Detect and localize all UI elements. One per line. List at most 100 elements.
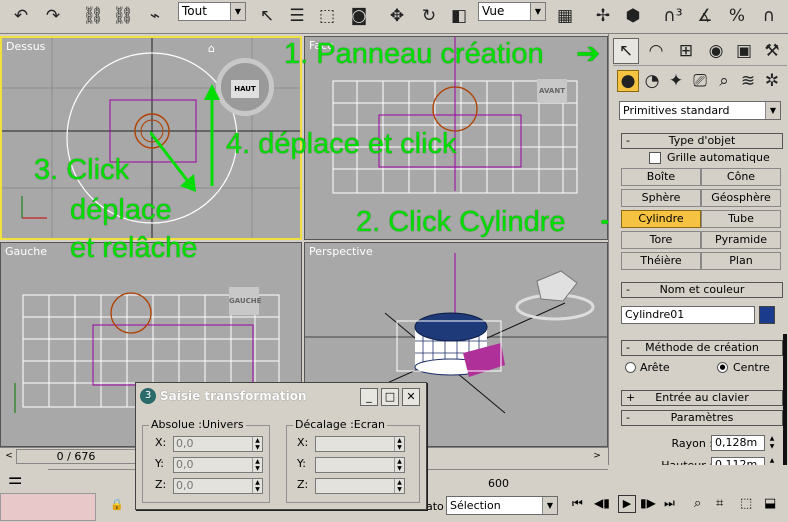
offset-x-field[interactable]: ▲ ▼ — [315, 436, 405, 452]
viewcube-front[interactable]: AVANT — [537, 79, 567, 103]
play-icon[interactable]: ▶ — [618, 495, 636, 513]
cone-button[interactable]: Cône — [701, 168, 781, 186]
modify-tab-icon[interactable]: ◠ — [643, 38, 669, 64]
close-icon[interactable]: ✕ — [402, 388, 420, 406]
dialog-titlebar[interactable]: 3 Saisie transformation _ □ ✕ — [136, 383, 426, 410]
tube-button[interactable]: Tube — [701, 210, 781, 228]
spinner-icon[interactable]: ▲ ▼ — [252, 437, 262, 451]
home-icon[interactable]: ⌂ — [208, 42, 215, 55]
category-dropdown-value: Primitives standard — [623, 104, 730, 117]
unlink-icon[interactable]: ⛓ — [110, 3, 136, 29]
lights-icon[interactable]: ✦ — [665, 70, 687, 92]
rollout-name-color[interactable]: - Nom et couleur — [621, 282, 783, 298]
move-icon[interactable]: ✥ — [384, 3, 410, 29]
radius-field[interactable]: 0,128m — [711, 435, 765, 451]
abs-y-field[interactable]: 0,0 ▲ ▼ — [173, 457, 263, 473]
shapes-icon[interactable]: ◔ — [641, 70, 663, 92]
viewcube-left[interactable]: GAUCHE — [229, 287, 261, 315]
radius-spinner[interactable]: ▲ ▼ — [767, 435, 777, 451]
scale-icon[interactable]: ◧ — [446, 3, 472, 29]
plane-button[interactable]: Plan — [701, 252, 781, 270]
viewport-label-perspective[interactable]: Perspective — [309, 245, 373, 258]
create-tab-icon[interactable]: ↖ — [613, 38, 639, 64]
select-link-icon[interactable]: ⛓ — [80, 3, 106, 29]
zoom-all-icon[interactable]: ⌗ — [716, 496, 723, 511]
display-tab-icon[interactable]: ▣ — [731, 38, 757, 64]
edge-radio[interactable] — [625, 362, 636, 373]
spinner-icon[interactable]: ▲ ▼ — [394, 437, 404, 451]
rollout-creation-method[interactable]: - Méthode de création — [621, 340, 783, 356]
autogrid-checkbox[interactable] — [649, 152, 661, 164]
selection-filter-dropdown[interactable]: Tout ▼ — [178, 2, 246, 21]
offset-z-field[interactable]: ▲ ▼ — [315, 478, 405, 494]
rotate-icon[interactable]: ↻ — [416, 3, 442, 29]
cameras-icon[interactable]: ⎚ — [689, 70, 711, 92]
rect-selection-icon[interactable]: ⬚ — [314, 3, 340, 29]
panel-scrollbar[interactable] — [783, 334, 787, 474]
viewport-label-left[interactable]: Gauche — [5, 245, 47, 258]
bind-spacewarp-icon[interactable]: ⌁ — [142, 3, 168, 29]
rollout-object-type[interactable]: - Type d'objet — [621, 133, 783, 149]
chevron-left-icon[interactable]: < — [2, 449, 16, 464]
create-subcategories: ● ◔ ✦ ⎚ ⌕ ≋ ✲ — [617, 70, 787, 94]
zoom-extents-icon[interactable]: ⬚ — [740, 496, 752, 511]
next-frame-icon[interactable]: ▮▶ — [640, 496, 656, 510]
undo-icon[interactable]: ↶ — [8, 3, 34, 29]
lock-icon[interactable]: 🔒 — [110, 498, 124, 511]
minimize-icon[interactable]: _ — [360, 388, 378, 406]
chevron-right-icon[interactable]: > — [590, 449, 604, 464]
frame-counter[interactable]: 0 / 676 — [16, 449, 136, 464]
angle-snap-icon[interactable]: ∡ — [692, 3, 718, 29]
manipulate-icon[interactable]: ✢ — [590, 3, 616, 29]
snaps-toggle-icon[interactable]: ∩³ — [660, 3, 686, 29]
zoom-extents-all-icon[interactable]: ⬓ — [764, 496, 776, 511]
category-dropdown[interactable]: Primitives standard ▼ — [619, 101, 781, 120]
motion-tab-icon[interactable]: ◉ — [703, 38, 729, 64]
spinner-icon[interactable]: ▲ ▼ — [394, 458, 404, 472]
center-radio[interactable]: ● — [717, 362, 728, 373]
reference-coord-dropdown[interactable]: Vue ▼ — [478, 2, 546, 21]
pyramid-button[interactable]: Pyramide — [701, 231, 781, 249]
torus-button[interactable]: Tore — [621, 231, 701, 249]
abs-z-field[interactable]: 0,0 ▲ ▼ — [173, 478, 263, 494]
spinner-icon[interactable]: ▲ ▼ — [252, 458, 262, 472]
track-bar-icon[interactable]: ⚌ — [8, 469, 22, 488]
selection-set-dropdown[interactable]: Sélection ▼ — [446, 496, 558, 515]
percent-snap-icon[interactable]: % — [724, 3, 750, 29]
maximize-icon[interactable]: □ — [381, 388, 399, 406]
keyboard-shortcut-icon[interactable]: ⬢ — [620, 3, 646, 29]
hierarchy-tab-icon[interactable]: ⊞ — [673, 38, 699, 64]
cylinder-button[interactable]: Cylindre — [621, 210, 701, 228]
select-by-name-icon[interactable]: ☰ — [284, 3, 310, 29]
utilities-tab-icon[interactable]: ⚒ — [759, 38, 785, 64]
teapot-button[interactable]: Théière — [621, 252, 701, 270]
offset-y-field[interactable]: ▲ ▼ — [315, 457, 405, 473]
rollout-keyboard-entry[interactable]: + Entrée au clavier — [621, 390, 783, 406]
helpers-icon[interactable]: ⌕ — [713, 70, 735, 92]
zoom-icon[interactable]: ⌕ — [694, 496, 701, 511]
collapse-icon: - — [626, 411, 630, 424]
spacewarps-icon[interactable]: ≋ — [737, 70, 759, 92]
geosphere-button[interactable]: Géosphère — [701, 189, 781, 207]
rollout-parameters[interactable]: - Paramètres — [621, 410, 783, 426]
goto-end-icon[interactable]: ⏭ — [664, 496, 675, 511]
spinner-icon[interactable]: ▲ ▼ — [394, 479, 404, 493]
spinner-icon[interactable]: ▲ ▼ — [252, 479, 262, 493]
viewport-label-top[interactable]: Dessus — [6, 40, 45, 53]
box-button[interactable]: Boîte — [621, 168, 701, 186]
object-color-swatch[interactable] — [759, 306, 775, 324]
maxscript-listener[interactable] — [0, 493, 96, 521]
spinner-snap-icon[interactable]: ∩ — [756, 3, 782, 29]
pivot-center-icon[interactable]: ▦ — [552, 3, 578, 29]
object-name-field[interactable]: Cylindre01 — [621, 306, 755, 324]
window-crossing-icon[interactable]: ◙ — [346, 3, 372, 29]
systems-icon[interactable]: ✲ — [761, 70, 783, 92]
abs-x-field[interactable]: 0,0 ▲ ▼ — [173, 436, 263, 452]
auto-key-partial[interactable]: ato — [426, 500, 444, 513]
goto-start-icon[interactable]: ⏮ — [572, 496, 583, 511]
sphere-button[interactable]: Sphère — [621, 189, 701, 207]
prev-frame-icon[interactable]: ◀▮ — [594, 496, 610, 510]
geometry-icon[interactable]: ● — [617, 70, 639, 92]
redo-icon[interactable]: ↷ — [40, 3, 66, 29]
select-object-icon[interactable]: ↖ — [254, 3, 280, 29]
